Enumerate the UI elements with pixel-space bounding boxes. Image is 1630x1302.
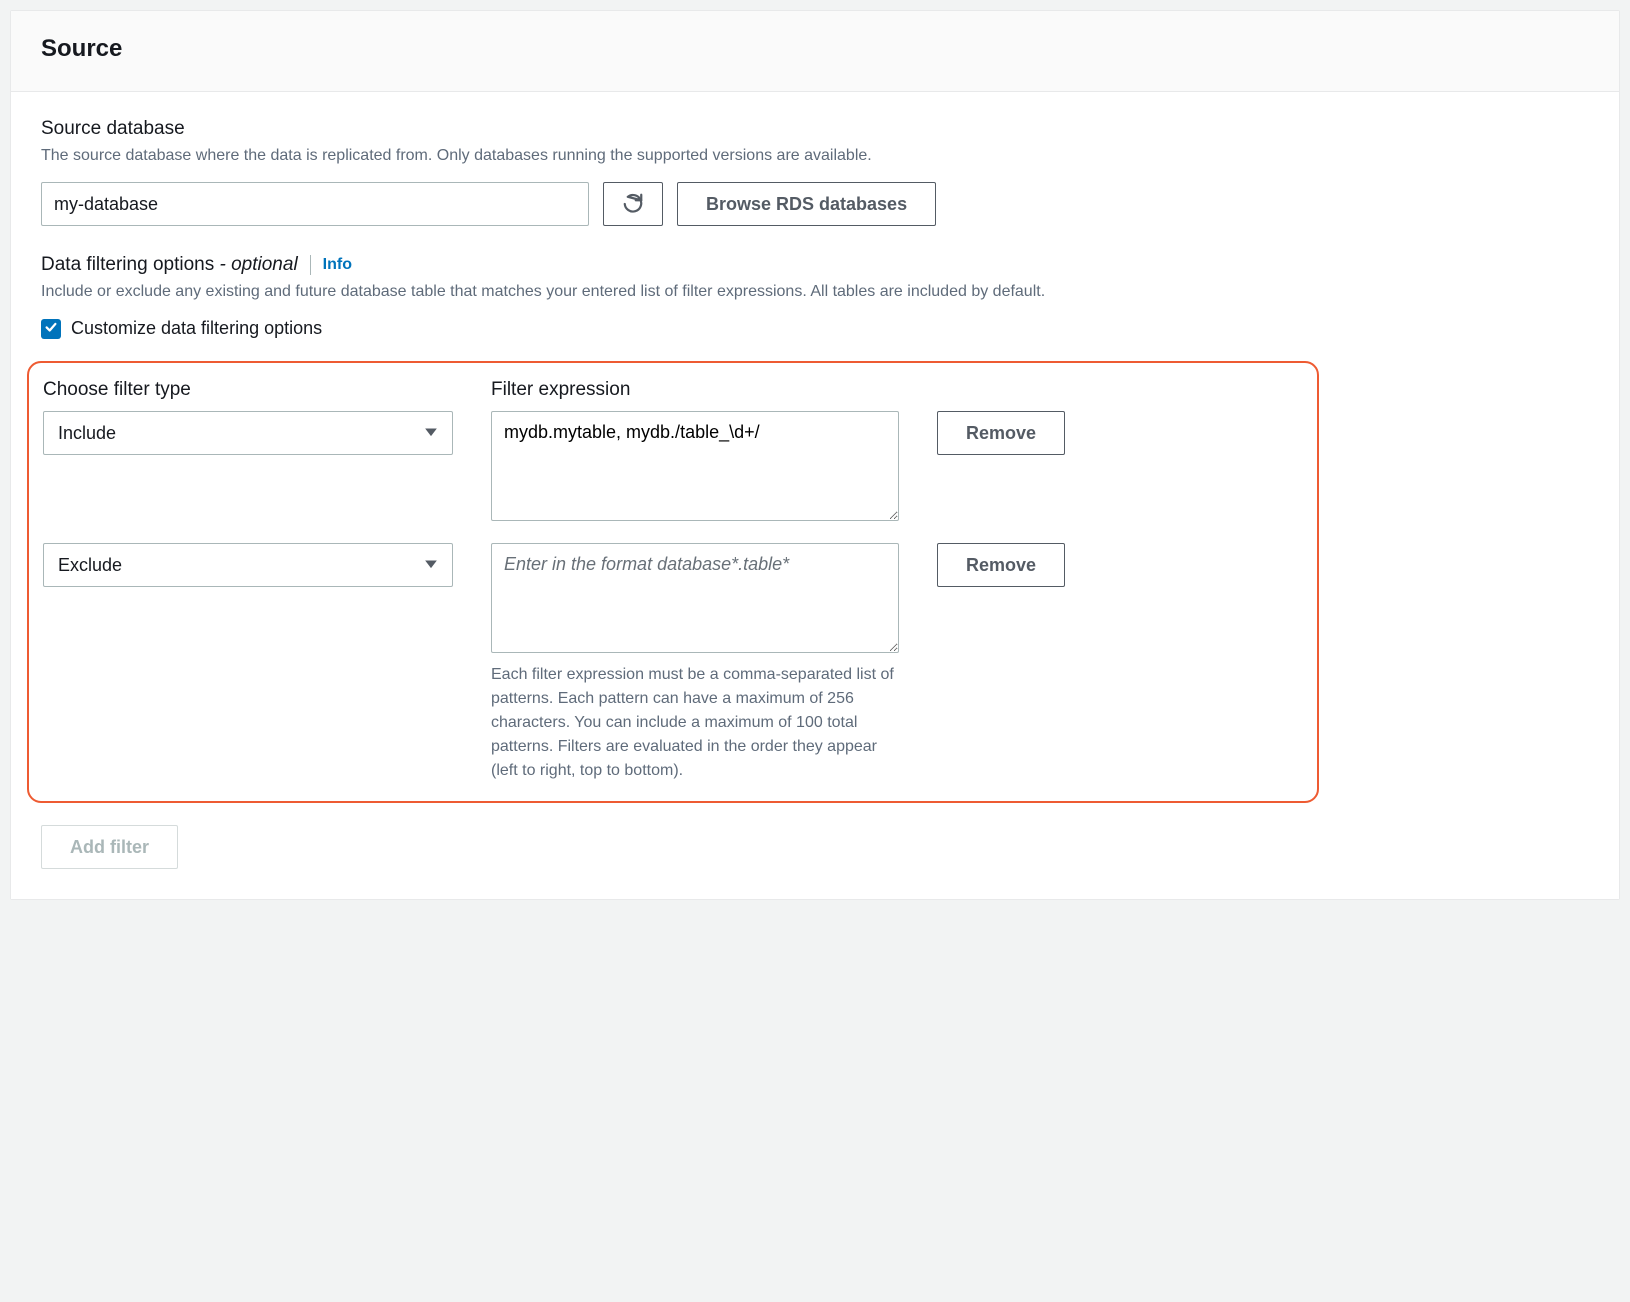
- refresh-icon: [622, 192, 644, 217]
- info-link[interactable]: Info: [323, 256, 352, 274]
- filter-type-select[interactable]: Exclude: [43, 543, 453, 587]
- filter-help-text: Each filter expression must be a comma-s…: [491, 663, 899, 783]
- remove-filter-button[interactable]: Remove: [937, 411, 1065, 455]
- filter-highlight-box: Choose filter type Filter expression Inc…: [27, 361, 1319, 803]
- source-database-label: Source database: [41, 118, 1589, 140]
- filter-expression-input[interactable]: [491, 543, 899, 653]
- data-filtering-section: Data filtering options - optional Info I…: [41, 254, 1589, 869]
- data-filtering-label: Data filtering options - optional: [41, 254, 298, 276]
- filter-type-value: Include: [58, 423, 116, 444]
- source-panel: Source Source database The source databa…: [10, 10, 1620, 900]
- filter-expression-input[interactable]: [491, 411, 899, 521]
- panel-body: Source database The source database wher…: [11, 92, 1619, 899]
- source-database-input[interactable]: [41, 182, 589, 226]
- panel-title: Source: [41, 35, 1589, 63]
- filter-row: Include Remove: [43, 411, 1573, 521]
- separator: [310, 255, 311, 275]
- refresh-button[interactable]: [603, 182, 663, 226]
- browse-rds-button[interactable]: Browse RDS databases: [677, 182, 936, 226]
- source-database-description: The source database where the data is re…: [41, 144, 1589, 168]
- data-filtering-description: Include or exclude any existing and futu…: [41, 280, 1589, 304]
- customize-filtering-label[interactable]: Customize data filtering options: [71, 318, 322, 339]
- filter-type-select[interactable]: Include: [43, 411, 453, 455]
- panel-header: Source: [11, 11, 1619, 92]
- add-filter-button[interactable]: Add filter: [41, 825, 178, 869]
- filter-row: Exclude Remove: [43, 543, 1573, 653]
- remove-filter-button[interactable]: Remove: [937, 543, 1065, 587]
- chevron-down-icon: [424, 555, 438, 576]
- filter-type-header: Choose filter type: [43, 379, 453, 401]
- source-database-section: Source database The source database wher…: [41, 118, 1589, 226]
- chevron-down-icon: [424, 423, 438, 444]
- filter-expression-header: Filter expression: [491, 379, 899, 401]
- checkmark-icon: [44, 320, 58, 338]
- filter-type-value: Exclude: [58, 555, 122, 576]
- customize-filtering-checkbox[interactable]: [41, 319, 61, 339]
